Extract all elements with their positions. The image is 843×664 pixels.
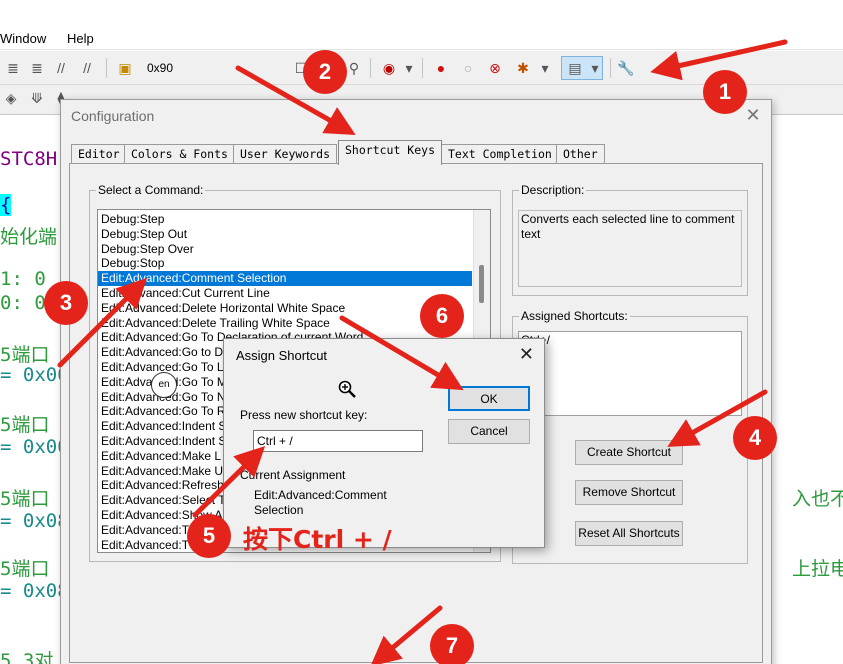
code-line: = 0x00 <box>0 364 69 386</box>
command-item[interactable]: Edit:Advanced:T <box>101 523 189 538</box>
scrollbar-thumb[interactable] <box>479 265 484 303</box>
dialog-title: Configuration <box>71 108 155 124</box>
step-badge-1: 1 <box>703 70 747 114</box>
tab-user-keywords[interactable]: User Keywords <box>233 144 338 164</box>
command-item[interactable]: Edit:Advanced:Go to D <box>101 345 223 360</box>
title-strip <box>0 0 843 28</box>
step-badge-3: 3 <box>44 281 88 325</box>
shortcut-prompt-label: Press new shortcut key: <box>240 408 368 422</box>
code-line: = 0x00 <box>0 436 69 458</box>
command-item[interactable]: Debug:Stop <box>101 256 164 271</box>
command-item[interactable]: Edit:Advanced:Make L <box>101 449 221 464</box>
command-item[interactable]: Edit:Advanced:Delete Horizontal White Sp… <box>101 301 345 316</box>
code-fragment: 上拉电阻 <box>792 558 843 580</box>
current-assignment-value: Edit:Advanced:Comment <box>254 488 387 502</box>
assigned-shortcuts-label: Assigned Shortcuts: <box>519 309 630 323</box>
assign-dialog-title: Assign Shortcut <box>236 348 328 363</box>
kill-breakpoints-icon[interactable]: ✱ <box>514 59 532 77</box>
description-label: Description: <box>519 183 587 197</box>
command-item[interactable]: Edit:Advanced:Go To R <box>101 404 226 419</box>
step-badge-5: 5 <box>187 514 231 558</box>
code-line: 0: 0 <box>0 292 46 314</box>
toolbar-separator <box>422 58 423 78</box>
code-line: 5端口 <box>0 414 50 436</box>
create-shortcut-button[interactable]: Create Shortcut <box>575 440 683 465</box>
code-line: 始化端 <box>0 226 58 248</box>
code-fragment: 入也不 <box>792 488 843 510</box>
tab-colors-fonts[interactable]: Colors & Fonts <box>124 144 235 164</box>
reset-all-shortcuts-button[interactable]: Reset All Shortcuts <box>575 521 683 546</box>
ok-button[interactable]: OK <box>448 386 530 411</box>
clear-breakpoints-icon[interactable]: ⊗ <box>486 59 504 77</box>
code-line: 5端口 <box>0 488 50 510</box>
command-item[interactable]: Edit:Advanced:Make U <box>101 464 223 479</box>
diamond-icon[interactable]: ◈ <box>2 89 20 107</box>
command-item-selected[interactable]: Edit:Advanced:Comment Selection <box>98 271 472 287</box>
code-line: 1: 0 <box>0 268 46 290</box>
toolbar-separator <box>370 58 371 78</box>
command-item[interactable]: Edit:Advanced:Indent S <box>101 434 226 449</box>
code-line: 5 3对 <box>0 650 54 664</box>
step-badge-4: 4 <box>733 416 777 460</box>
window-layout-icon: ▤ <box>568 60 582 76</box>
step-badge-2: 2 <box>303 50 347 94</box>
binoculars-icon[interactable]: ⚲ <box>345 59 363 77</box>
cancel-button[interactable]: Cancel <box>448 419 530 444</box>
ime-indicator: en <box>151 372 177 398</box>
code-line: 5端口 <box>0 558 50 580</box>
zoom-cursor-icon <box>338 380 356 398</box>
command-item[interactable]: Debug:Step Over <box>101 242 194 257</box>
command-item[interactable]: Edit:Advanced:T <box>101 538 189 552</box>
step-badge-6: 6 <box>420 294 464 338</box>
menu-window[interactable]: Window <box>0 31 46 46</box>
command-item[interactable]: Edit:Advanced:Refresh <box>101 478 224 493</box>
current-assignment-value: Selection <box>254 503 304 517</box>
tab-editor[interactable]: Editor <box>71 144 127 164</box>
breakpoint-icon[interactable]: ● <box>432 59 450 77</box>
assigned-shortcuts-list[interactable]: Ctrl+/ <box>518 331 742 416</box>
code-line: 5端口 <box>0 344 50 366</box>
menu-help[interactable]: Help <box>67 31 94 46</box>
description-text: Converts each selected line to comment t… <box>518 210 742 287</box>
current-assignment-label: Current Assignment <box>240 468 346 482</box>
breakpoint-disabled-icon[interactable]: ○ <box>459 59 477 77</box>
tab-other[interactable]: Other <box>556 144 605 164</box>
menu-bar: Window Help <box>0 28 843 50</box>
chevron-down-icon: ▾ <box>591 60 599 76</box>
tab-shortcut-keys[interactable]: Shortcut Keys <box>338 140 443 165</box>
shortcut-key-input[interactable] <box>253 430 423 452</box>
command-item[interactable]: Edit:Advanced:Indent S <box>101 419 226 434</box>
toolbar-separator <box>106 58 107 78</box>
comment-icon[interactable]: // <box>52 59 70 77</box>
code-line: = 0x08 <box>0 580 69 602</box>
uncomment-icon[interactable]: // <box>78 59 96 77</box>
command-item[interactable]: Edit:Advanced:Select T <box>101 493 226 508</box>
close-icon[interactable]: ✕ <box>519 344 534 365</box>
command-item[interactable]: Debug:Step Out <box>101 227 187 242</box>
tab-text-completion[interactable]: Text Completion <box>441 144 559 164</box>
command-item[interactable]: Edit:Advanced:Delete Trailing White Spac… <box>101 316 330 331</box>
down-diamond-icon[interactable]: ⟱ <box>28 89 46 107</box>
command-item[interactable]: Debug:Step <box>101 212 164 227</box>
code-line: = 0x08 <box>0 510 69 532</box>
toolbar-separator <box>610 58 611 78</box>
chevron-down-icon[interactable]: ▾ <box>536 59 554 77</box>
chevron-down-icon[interactable]: ▾ <box>400 59 418 77</box>
close-icon[interactable]: ✕ <box>743 105 763 126</box>
indent-icon[interactable]: ≣ <box>4 59 22 77</box>
remove-shortcut-button[interactable]: Remove Shortcut <box>575 480 683 505</box>
command-item[interactable]: Edit:Advanced:Cut Current Line <box>101 286 270 301</box>
find-in-files-icon[interactable]: ▣ <box>116 59 134 77</box>
wrench-icon[interactable]: 🔧 <box>617 59 635 77</box>
debug-icon[interactable]: ◉ <box>380 59 398 77</box>
select-command-label: Select a Command: <box>96 183 206 197</box>
code-line: STC8H <box>0 148 58 170</box>
step-badge-7: 7 <box>430 624 474 664</box>
unindent-icon[interactable]: ≣ <box>28 59 46 77</box>
code-line: { <box>0 194 12 216</box>
toolbar-value: 0x90 <box>147 61 174 75</box>
assign-shortcut-dialog: Assign Shortcut ✕ Press new shortcut key… <box>223 338 545 548</box>
instruction-caption: 按下Ctrl + / <box>243 525 392 554</box>
